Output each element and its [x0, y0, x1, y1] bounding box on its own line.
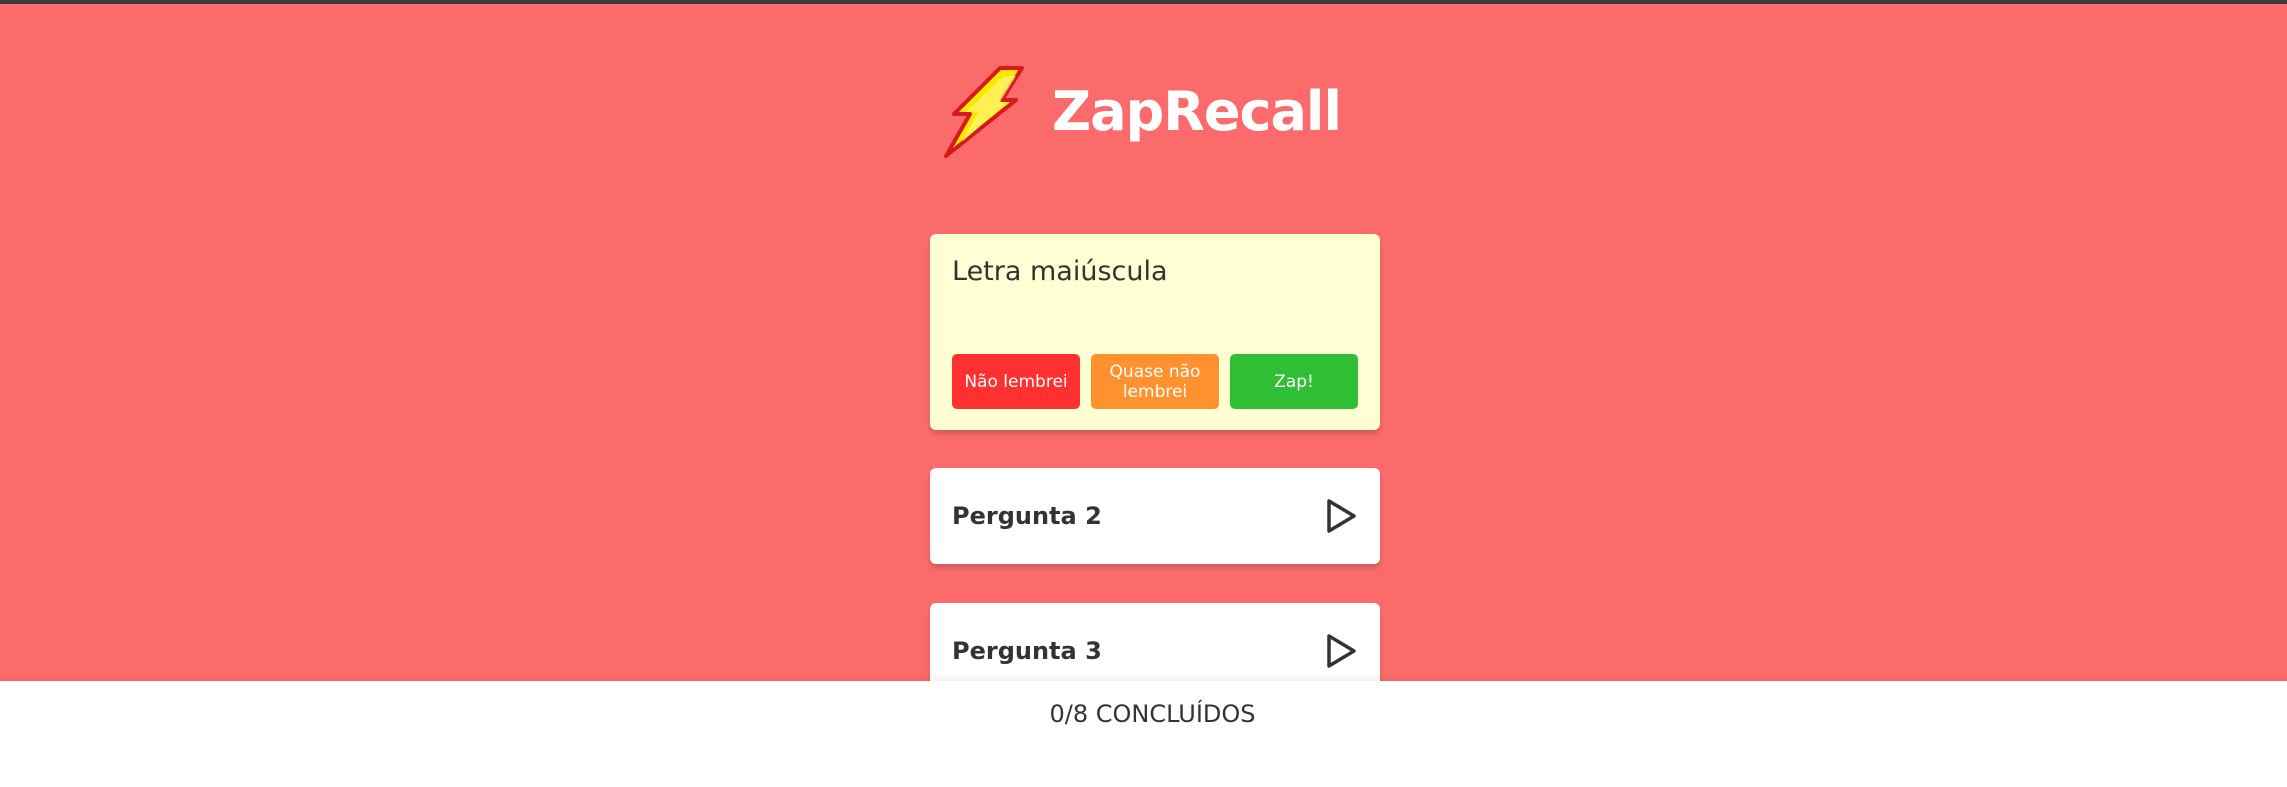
progress-footer: 0/8 CONCLUÍDOS: [0, 681, 2287, 787]
logo: ZapRecall: [942, 66, 1342, 158]
app-title: ZapRecall: [1052, 80, 1342, 143]
lightning-icon: [942, 66, 1025, 158]
window-top-border: [0, 0, 2287, 4]
flashcard-deck: Letra maiúscula Não lembrei Quase não le…: [930, 234, 1380, 699]
almost-forgot-button[interactable]: Quase não lembrei: [1091, 354, 1219, 409]
card-answer-text: Letra maiúscula: [952, 256, 1168, 287]
question-label: Pergunta 2: [952, 502, 1102, 530]
zap-button[interactable]: Zap!: [1230, 354, 1358, 409]
play-icon[interactable]: [1324, 633, 1358, 669]
flashcard-closed[interactable]: Pergunta 2: [930, 468, 1380, 564]
app-header: ZapRecall: [0, 62, 2287, 162]
answer-button-row: Não lembrei Quase não lembrei Zap!: [952, 354, 1358, 409]
forgot-button[interactable]: Não lembrei: [952, 354, 1080, 409]
progress-counter: 0/8 CONCLUÍDOS: [1049, 700, 1256, 728]
flashcard-open: Letra maiúscula Não lembrei Quase não le…: [930, 234, 1380, 430]
play-icon[interactable]: [1324, 498, 1358, 534]
question-label: Pergunta 3: [952, 637, 1102, 665]
